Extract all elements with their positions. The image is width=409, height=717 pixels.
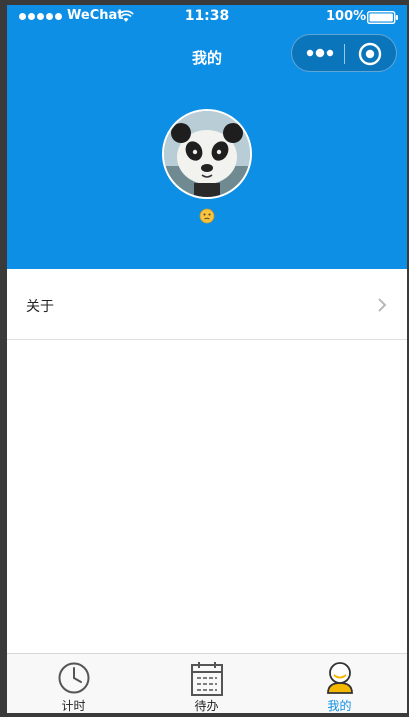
close-icon[interactable] — [358, 42, 382, 66]
tab-todo[interactable]: 待办 — [140, 654, 273, 713]
calendar-icon — [190, 662, 223, 696]
panda-avatar-image — [164, 111, 250, 197]
tab-bar: 计时 待办 我的 — [7, 653, 407, 713]
battery-percent: 100% — [326, 9, 367, 24]
list-item-about[interactable]: 关于 — [7, 269, 407, 340]
nickname-emoji-icon — [199, 208, 215, 224]
tab-label: 计时 — [61, 699, 86, 713]
mini-program-capsule — [291, 34, 397, 72]
avatar[interactable] — [162, 109, 252, 199]
user-icon — [326, 662, 353, 694]
list-item-label: 关于 — [26, 299, 54, 315]
status-bar: WeChat 11:38 100% — [7, 5, 407, 29]
phone-frame: WeChat 11:38 100% 我的 关于 计时 待办 我的 — [7, 5, 407, 713]
more-icon[interactable] — [300, 44, 340, 62]
tab-label: 我的 — [327, 699, 352, 713]
tab-mine[interactable]: 我的 — [273, 654, 406, 713]
tab-timer[interactable]: 计时 — [7, 654, 140, 713]
capsule-divider — [344, 44, 345, 64]
chevron-right-icon — [378, 298, 387, 312]
clock-icon — [58, 662, 89, 694]
tab-label: 待办 — [194, 699, 219, 713]
battery-icon — [367, 11, 398, 24]
